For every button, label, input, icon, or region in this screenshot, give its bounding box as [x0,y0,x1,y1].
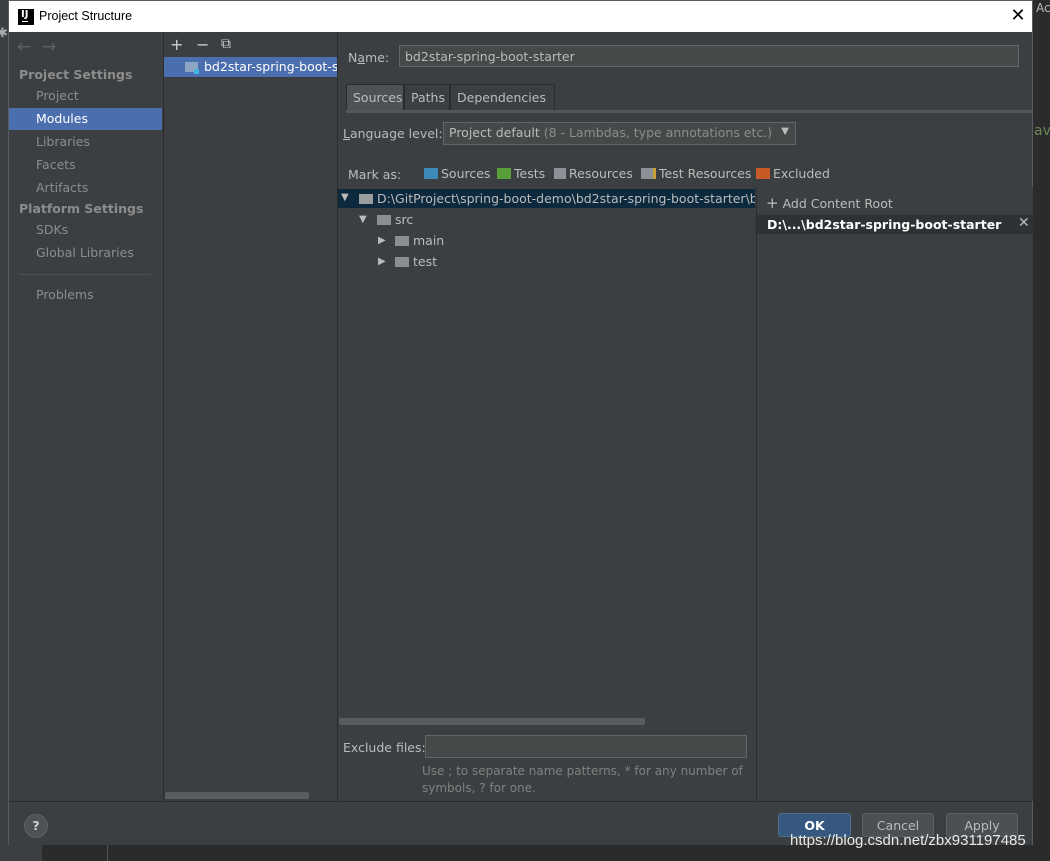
gear-icon: ✱ [0,26,8,41]
background-ide-bottom-left [0,845,42,861]
mark-as-excluded-label: Excluded [773,166,830,181]
module-settings-panel: Name: Sources Paths Dependencies Languag… [338,32,1033,801]
nav-item-artifacts[interactable]: Artifacts [9,177,162,199]
module-list: + − ⧉ bd2star-spring-boot-starter [164,32,338,801]
language-level-label: Language level: [343,126,443,141]
mark-as-tests-label: Tests [514,166,546,181]
mark-as-resources-button[interactable]: Resources [554,166,633,181]
expand-arrow-icon: ▼ [341,192,349,203]
nav-item-sdks[interactable]: SDKs [9,219,162,241]
tab-dependencies[interactable]: Dependencies [450,84,555,110]
tree-node-main[interactable]: main [413,233,444,248]
mark-as-sources-button[interactable]: Sources [424,166,490,181]
nav-heading-project-settings: Project Settings [19,67,133,82]
mark-as-sources-label: Sources [441,166,491,181]
settings-nav: ← → Project Settings Project Modules Lib… [9,32,164,801]
module-tabs: Sources Paths Dependencies [346,84,1032,113]
language-level-select[interactable]: Project default (8 - Lambdas, type annot… [443,122,796,145]
tab-paths[interactable]: Paths [404,84,450,110]
tab-sources[interactable]: Sources [346,84,404,110]
content-root-row[interactable]: D:\...\bd2star-spring-boot-starter ✕ [757,215,1033,234]
tree-node-root[interactable]: ▼ D:\GitProject\spring-boot-demo\bd2star… [338,189,755,208]
tree-node-test[interactable]: test [413,254,437,269]
tests-folder-icon [497,168,511,179]
nav-item-global-libraries[interactable]: Global Libraries [9,242,162,264]
module-folder-icon [185,62,199,74]
content-roots-panel: + Add Content Root D:\...\bd2star-spring… [756,187,1033,801]
sources-folder-icon [424,168,438,179]
language-level-value: Project default [449,125,540,140]
back-arrow-icon[interactable]: ← [17,37,31,57]
mark-as-tests-button[interactable]: Tests [497,166,545,181]
name-label: Name: [348,50,390,65]
add-icon: + [766,194,779,212]
test-resources-folder-icon [641,168,656,179]
folder-icon [377,215,391,225]
excluded-folder-icon [756,168,770,179]
module-list-scrollbar[interactable] [165,792,309,799]
collapse-arrow-icon[interactable]: ▶ [378,256,386,267]
add-content-root-button[interactable]: + Add Content Root [766,194,893,212]
nav-item-libraries[interactable]: Libraries [9,131,162,153]
add-icon[interactable]: + [170,35,183,54]
collapse-arrow-icon[interactable]: ▶ [378,235,386,246]
remove-icon[interactable]: − [196,35,209,54]
add-content-root-label: Add Content Root [782,196,893,211]
folder-icon [395,236,409,246]
folder-icon [395,257,409,267]
watermark: https://blog.csdn.net/zbx931197485 [790,832,1026,849]
nav-item-problems[interactable]: Problems [9,284,162,306]
exclude-files-label: Exclude files: [343,740,426,755]
close-button[interactable]: ✕ [1007,5,1029,27]
tree-scrollbar[interactable] [339,718,645,725]
project-structure-dialog: IJ Project Structure ✕ ← → Project Setti… [8,0,1033,845]
close-icon: ✕ [1010,5,1026,26]
mark-as-label: Mark as: [348,167,402,182]
exclude-files-hint: Use ; to separate name patterns, * for a… [422,764,743,795]
module-name-input[interactable] [399,45,1019,67]
module-list-item[interactable]: bd2star-spring-boot-starter [164,57,337,77]
nav-item-modules[interactable]: Modules [9,108,162,130]
resources-folder-icon [554,168,566,179]
dropdown-arrow-icon: ▼ [781,126,789,137]
exclude-files-input[interactable] [425,735,747,758]
content-tree: ▼ D:\GitProject\spring-boot-demo\bd2star… [338,187,755,722]
nav-heading-platform-settings: Platform Settings [19,201,144,216]
content-root-path: D:\...\bd2star-spring-boot-starter [767,217,1002,232]
forward-arrow-icon[interactable]: → [42,37,56,57]
expand-arrow-icon[interactable]: ▼ [359,214,367,225]
background-ide-left [0,0,8,861]
title-bar: IJ Project Structure ✕ [9,1,1032,33]
intellij-app-icon: IJ [18,9,34,25]
language-level-detail: (8 - Lambdas, type annotations etc.) [543,125,773,140]
module-list-item-label: bd2star-spring-boot-starter [204,59,337,74]
window-title: Project Structure [39,9,133,23]
background-menu-fragment: Ac [1036,1,1050,15]
background-code-fragment: av [1034,123,1050,139]
copy-icon[interactable]: ⧉ [221,36,231,52]
nav-item-project[interactable]: Project [9,85,162,107]
folder-icon [359,194,373,204]
nav-divider [19,274,151,275]
mark-as-resources-label: Resources [569,166,633,181]
mark-as-test-resources-button[interactable]: Test Resources [641,166,751,181]
help-button[interactable]: ? [24,814,48,838]
mark-as-excluded-button[interactable]: Excluded [756,166,830,181]
tree-node-root-label: D:\GitProject\spring-boot-demo\bd2star-s… [377,191,755,206]
mark-as-test-resources-label: Test Resources [659,166,752,181]
nav-item-facets[interactable]: Facets [9,154,162,176]
background-divider [107,845,108,861]
remove-content-root-icon[interactable]: ✕ [1018,215,1030,231]
tree-node-src[interactable]: src [395,212,413,227]
